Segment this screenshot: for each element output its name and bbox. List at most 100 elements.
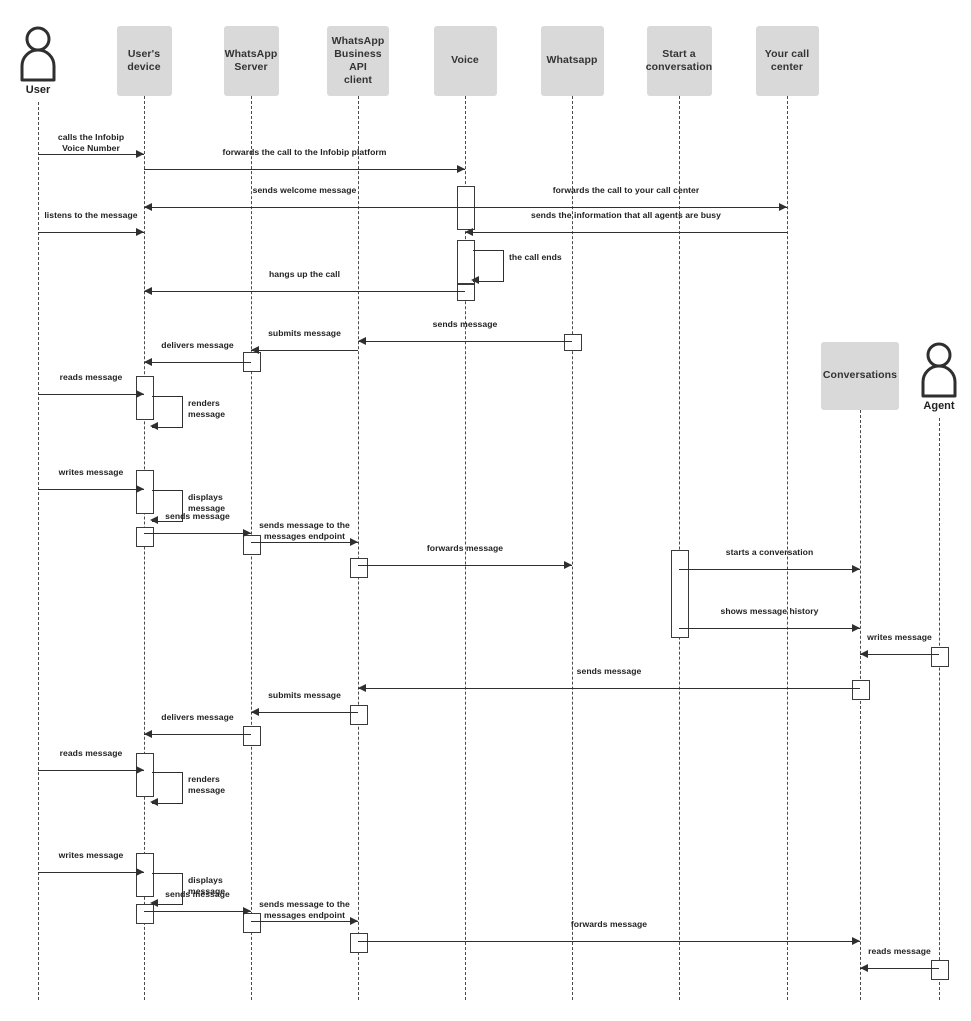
message-label: writes message <box>58 467 124 477</box>
sequence-diagram-canvas: User User's device WhatsApp Server WhatsApp… <box>0 0 971 1021</box>
participant-label-whatsapp: Whatsapp <box>546 54 598 67</box>
message-label: delivers message <box>161 340 234 350</box>
message-line <box>38 770 144 771</box>
arrow-head-left <box>860 650 868 658</box>
message-line <box>358 565 572 566</box>
activation-bar <box>457 186 475 230</box>
message-label: calls the Infobip Voice Number <box>57 132 125 153</box>
lifeline-user <box>38 102 39 1000</box>
message-label: sends the information that all agents ar… <box>531 210 721 220</box>
message-label: renders message <box>188 774 226 795</box>
message-line <box>679 569 860 570</box>
arrow-head-right <box>136 868 144 876</box>
message-line <box>860 968 939 969</box>
message-label: sends message to the messages endpoint <box>259 899 350 920</box>
message-label: reads message <box>868 946 931 956</box>
activation-bar <box>136 904 154 924</box>
message-label: forwards message <box>570 919 648 929</box>
arrow-head-right <box>779 203 787 211</box>
participant-label-wabaclient: WhatsApp Business API client <box>331 34 385 87</box>
message-line <box>251 542 358 543</box>
arrow-head-right <box>136 485 144 493</box>
message-label: sends message to the messages endpoint <box>259 520 350 541</box>
activation-bar <box>457 284 475 301</box>
message-line <box>358 941 860 942</box>
message-line <box>679 628 860 629</box>
participant-label-conversations: Conversations <box>822 369 898 382</box>
actor-label-user: User <box>25 84 51 96</box>
arrow-head-right <box>136 228 144 236</box>
arrow-head-left <box>860 964 868 972</box>
participant-label-voice: Voice <box>451 54 479 67</box>
message-line <box>251 921 358 922</box>
message-line <box>358 688 860 689</box>
arrow-head-right <box>457 165 465 173</box>
participant-waserver: WhatsApp Server <box>223 26 279 96</box>
participant-startconv: Start a conversation <box>646 26 712 96</box>
arrow-head-left <box>144 287 152 295</box>
message-line <box>38 232 144 233</box>
activation-bar <box>852 680 870 700</box>
participant-label-device: User's device <box>127 47 161 73</box>
arrow-head-right <box>136 766 144 774</box>
arrow-head-right <box>852 937 860 945</box>
message-label: delivers message <box>161 712 234 722</box>
message-label: writes message <box>58 850 124 860</box>
message-label: renders message <box>188 398 226 419</box>
message-label: forwards the call to your call center <box>552 185 700 195</box>
message-label: hangs up the call <box>268 269 341 279</box>
message-label: reads message <box>59 372 123 382</box>
message-label: writes message <box>867 632 932 642</box>
arrow-head-left <box>465 228 473 236</box>
message-line <box>38 489 144 490</box>
message-label: forwards message <box>426 543 504 553</box>
arrow-head-left <box>471 275 479 284</box>
message-line <box>358 341 572 342</box>
message-label: submits message <box>268 690 341 700</box>
message-line <box>860 654 939 655</box>
message-label: the call ends <box>509 252 562 262</box>
actor-label-agent: Agent <box>923 400 955 412</box>
message-label: sends message <box>576 666 642 676</box>
message-line <box>38 154 144 155</box>
participant-voice: Voice <box>433 26 497 96</box>
arrow-head-right <box>136 390 144 398</box>
activation-bar <box>931 647 949 667</box>
activation-bar <box>671 550 689 638</box>
activation-bar <box>350 933 368 953</box>
activation-bar <box>243 726 261 746</box>
activation-bar <box>350 558 368 578</box>
arrow-head-left <box>144 358 152 366</box>
message-line <box>465 232 787 233</box>
arrow-head-left <box>150 797 158 806</box>
message-line <box>465 207 787 208</box>
message-label: submits message <box>268 328 341 338</box>
message-line <box>144 169 465 170</box>
participant-label-callcenter: Your call center <box>764 47 810 73</box>
message-label: forwards the call to the Infobip platfor… <box>222 147 387 157</box>
participant-callcenter: Your call center <box>755 26 819 96</box>
participant-label-waserver: WhatsApp Server <box>224 47 278 73</box>
message-line <box>144 291 465 292</box>
arrow-head-left <box>144 730 152 738</box>
message-label: listens to the message <box>44 210 138 220</box>
activation-bar <box>564 334 582 351</box>
activation-bar <box>931 960 949 980</box>
activation-bar <box>136 527 154 547</box>
message-label: shows message history <box>720 606 819 616</box>
participant-label-startconv: Start a conversation <box>645 47 713 73</box>
message-label: reads message <box>59 748 123 758</box>
message-line <box>144 207 465 208</box>
message-line <box>38 872 144 873</box>
arrow-head-right <box>852 624 860 632</box>
actor-user <box>16 26 60 82</box>
arrow-head-right <box>852 565 860 573</box>
message-label: sends welcome message <box>252 185 357 195</box>
actor-agent <box>917 342 961 398</box>
activation-bar <box>350 705 368 725</box>
lifeline-conversations <box>860 410 861 1000</box>
arrow-head-right <box>564 561 572 569</box>
lifeline-agent <box>939 418 940 1000</box>
message-label: starts a conversation <box>725 547 814 557</box>
message-line <box>144 734 251 735</box>
